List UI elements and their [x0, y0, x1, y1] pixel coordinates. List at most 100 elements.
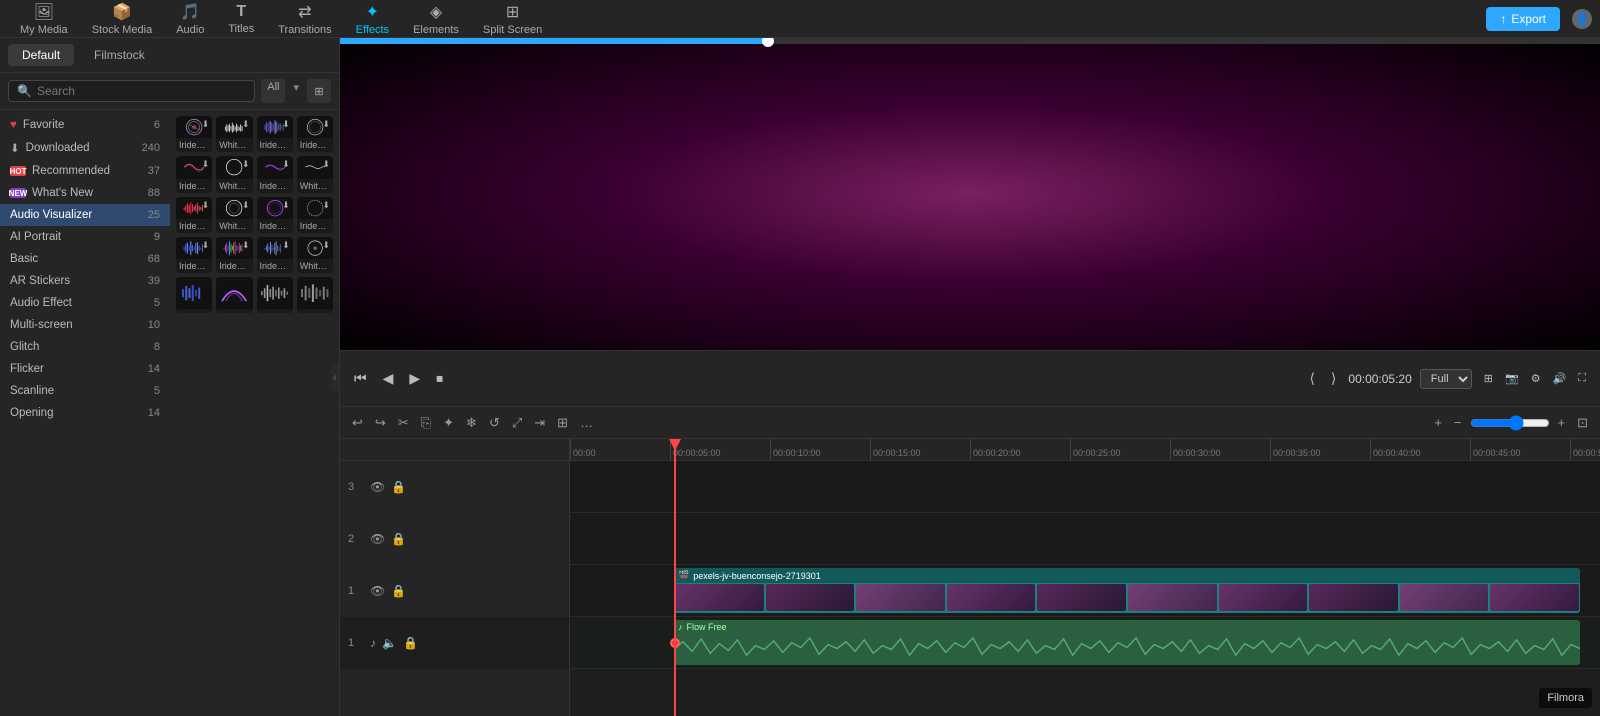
filter-chevron[interactable]: ▾ — [289, 79, 303, 103]
effect-card-iridescent-wave-4[interactable]: Iridescent...Ital Wave 4 ⬇ — [176, 237, 212, 273]
user-avatar[interactable]: 👤 — [1572, 9, 1592, 29]
redo-button[interactable]: ↪ — [371, 413, 390, 433]
effect-card-white-circle-1[interactable]: White Circle 1 ⬇ — [297, 237, 333, 273]
effect-card-iridescent-circle-4[interactable]: Iridescent Circle 4 ⬇ — [297, 116, 333, 152]
category-recommended[interactable]: HOT Recommended 37 — [0, 160, 170, 182]
nav-split-screen[interactable]: ⊞ Split Screen — [471, 0, 554, 40]
effect-card-mini-arc[interactable] — [216, 277, 252, 313]
effect-label-13: Iridescent...Ital Wave 4 — [176, 259, 212, 273]
effect-card-white-circle-3[interactable]: White Circle 3 ⬇ — [216, 156, 252, 192]
audio-1-mute-icon[interactable]: 🔈 — [382, 636, 397, 650]
effect-card-mini-1[interactable] — [176, 277, 212, 313]
nav-effects[interactable]: ✦ Effects — [344, 0, 401, 40]
effects-tl-button[interactable]: ✦ — [439, 413, 458, 433]
tab-default[interactable]: Default — [8, 44, 74, 66]
track-2-eye-icon[interactable]: 👁 — [370, 532, 385, 546]
category-audio-effect[interactable]: Audio Effect 5 — [0, 292, 170, 314]
thumb-7 — [1219, 584, 1308, 611]
cut-button[interactable]: ✂ — [394, 413, 413, 433]
tab-filmstock[interactable]: Filmstock — [80, 44, 159, 66]
grid-view-button[interactable]: ⊞ — [307, 79, 331, 103]
grid-button[interactable]: ⊞ — [553, 413, 572, 433]
panel-collapse-arrow[interactable]: ‹ — [331, 364, 339, 390]
zoom-in-button[interactable]: + — [1554, 413, 1570, 432]
nav-transitions[interactable]: ⇄ Transitions — [266, 0, 343, 40]
video-clip-1[interactable]: 🎬 pexels-jv-buenconsejo-2719301 — [674, 568, 1580, 613]
next-frame-button[interactable]: ⟩ — [1327, 366, 1340, 391]
category-favorite[interactable]: ♥ Favorite 6 — [0, 114, 170, 136]
fullscreen-button[interactable]: ⛶ — [1574, 368, 1590, 389]
track-3-eye-icon[interactable]: 👁 — [370, 480, 385, 494]
effect-card-white-digital-wave-2[interactable]: White Digital Wave 2 ⬇ — [216, 116, 252, 152]
category-downloaded[interactable]: ⬇ Downloaded 240 — [0, 136, 170, 160]
volume-button[interactable]: 🔊 — [1549, 368, 1571, 389]
timeline-ruler[interactable]: 00:00 00:00:05:00 00:00:10:00 00:00:15:0… — [570, 439, 1600, 461]
effect-card-iridescent-circle-5[interactable]: Iridescent Circle 5 ⬇ — [297, 197, 333, 233]
search-input[interactable] — [37, 84, 246, 98]
effect-card-iridescent-wave-6[interactable]: Iridescent...Ital Wave 6 ⬇ — [257, 116, 293, 152]
audio-1-lock-icon[interactable]: 🔒 — [403, 636, 418, 650]
track-1-lock-icon[interactable]: 🔒 — [391, 584, 406, 598]
category-whats-new[interactable]: NEW What's New 88 — [0, 182, 170, 204]
settings-button[interactable]: ⚙ — [1527, 368, 1545, 389]
category-glitch[interactable]: Glitch 8 — [0, 336, 170, 358]
rotate-button[interactable]: ↺ — [485, 413, 504, 433]
effect-card-iridescent-circle-2[interactable]: Iridescent Circle 2 ⬇ — [257, 197, 293, 233]
category-opening[interactable]: Opening 14 — [0, 402, 170, 424]
category-ar-stickers[interactable]: AR Stickers 39 — [0, 270, 170, 292]
freeze-button[interactable]: ❄ — [462, 413, 481, 433]
effect-card-iridescent-line-3[interactable]: Iridescent...ving Line 3 ⬇ — [176, 156, 212, 192]
effect-card-iridescent-line-2[interactable]: Iridescent...ving Line 2 ⬇ — [257, 156, 293, 192]
progress-thumb[interactable] — [762, 38, 774, 47]
play-button[interactable]: ▶ — [405, 366, 424, 391]
track-1-eye-icon[interactable]: 👁 — [370, 584, 385, 598]
fit-button[interactable]: ⊡ — [1573, 413, 1592, 433]
undo-button[interactable]: ↩ — [348, 413, 367, 433]
nav-titles[interactable]: T Titles — [216, 0, 266, 39]
effect-card-mini-2[interactable] — [257, 277, 293, 313]
nav-my-media[interactable]: 🖼 My Media — [8, 0, 80, 40]
effect-card-white-circle-2[interactable]: White Circle 2 ⬇ — [216, 197, 252, 233]
effect-card-iridescent-wave-5[interactable]: Iridescent...Ital Wave 5 ⬇ — [176, 197, 212, 233]
ruler-mark-35: 00:00:35:00 — [1270, 439, 1321, 460]
nav-elements[interactable]: ◈ Elements — [401, 0, 471, 40]
effect-card-iridescent-circle-3[interactable]: Iridescent Circle 3 ⬇ — [176, 116, 212, 152]
track-2-lock-icon[interactable]: 🔒 — [391, 532, 406, 546]
play-back-button[interactable]: ◀ — [379, 366, 398, 391]
skip-back-button[interactable]: ⏮ — [350, 366, 371, 391]
category-basic[interactable]: Basic 68 — [0, 248, 170, 270]
category-ai-portrait-label: AI Portrait — [10, 231, 61, 243]
video-clip-name: pexels-jv-buenconsejo-2719301 — [693, 571, 821, 581]
avatar-icon: 👤 — [1575, 12, 1590, 26]
track-3-lock-icon[interactable]: 🔒 — [391, 480, 406, 494]
category-ai-portrait[interactable]: AI Portrait 9 — [0, 226, 170, 248]
effect-card-iridescent-wave-2-multi[interactable]: Iridescent...Ital Wave 2 ⬇ — [216, 237, 252, 273]
playhead[interactable] — [674, 439, 676, 716]
category-flicker[interactable]: Flicker 14 — [0, 358, 170, 380]
speed-button[interactable]: ⇥ — [530, 413, 549, 433]
nav-stock-media[interactable]: 📦 Stock Media — [80, 0, 165, 40]
effect-card-iridescent-wave-1[interactable]: Iridescent...Ital Wave 1 ⬇ — [257, 237, 293, 273]
zoom-slider[interactable] — [1470, 415, 1550, 431]
category-scanline[interactable]: Scanline 5 — [0, 380, 170, 402]
quality-select[interactable]: Full1/21/4 — [1420, 369, 1472, 389]
category-audio-visualizer[interactable]: Audio Visualizer 25 — [0, 204, 170, 226]
zoom-out-button[interactable]: − — [1450, 413, 1466, 432]
stop-button[interactable]: ⏹ — [432, 366, 447, 391]
audio-clip-1[interactable]: ♪ Flow Free — [674, 620, 1580, 665]
category-opening-label: Opening — [10, 407, 53, 419]
crop-tl-button[interactable]: ⤢ — [508, 413, 526, 433]
export-button[interactable]: ↑ Export — [1486, 7, 1560, 31]
progress-bar[interactable] — [340, 38, 1600, 44]
prev-frame-button[interactable]: ⟨ — [1305, 366, 1318, 391]
filter-all-label[interactable]: All — [261, 79, 285, 103]
effect-card-white-waving-line[interactable]: White Waving Line ⬇ — [297, 156, 333, 192]
add-track-button[interactable]: + — [1430, 413, 1446, 432]
more-button[interactable]: … — [576, 413, 597, 432]
nav-audio[interactable]: 🎵 Audio — [164, 0, 216, 40]
category-multi-screen[interactable]: Multi-screen 10 — [0, 314, 170, 336]
crop-button[interactable]: ⊞ — [1480, 368, 1497, 389]
copy-button[interactable]: ⎘ — [417, 413, 435, 433]
effect-card-mini-3[interactable] — [297, 277, 333, 313]
snapshot-button[interactable]: 📷 — [1501, 368, 1523, 389]
